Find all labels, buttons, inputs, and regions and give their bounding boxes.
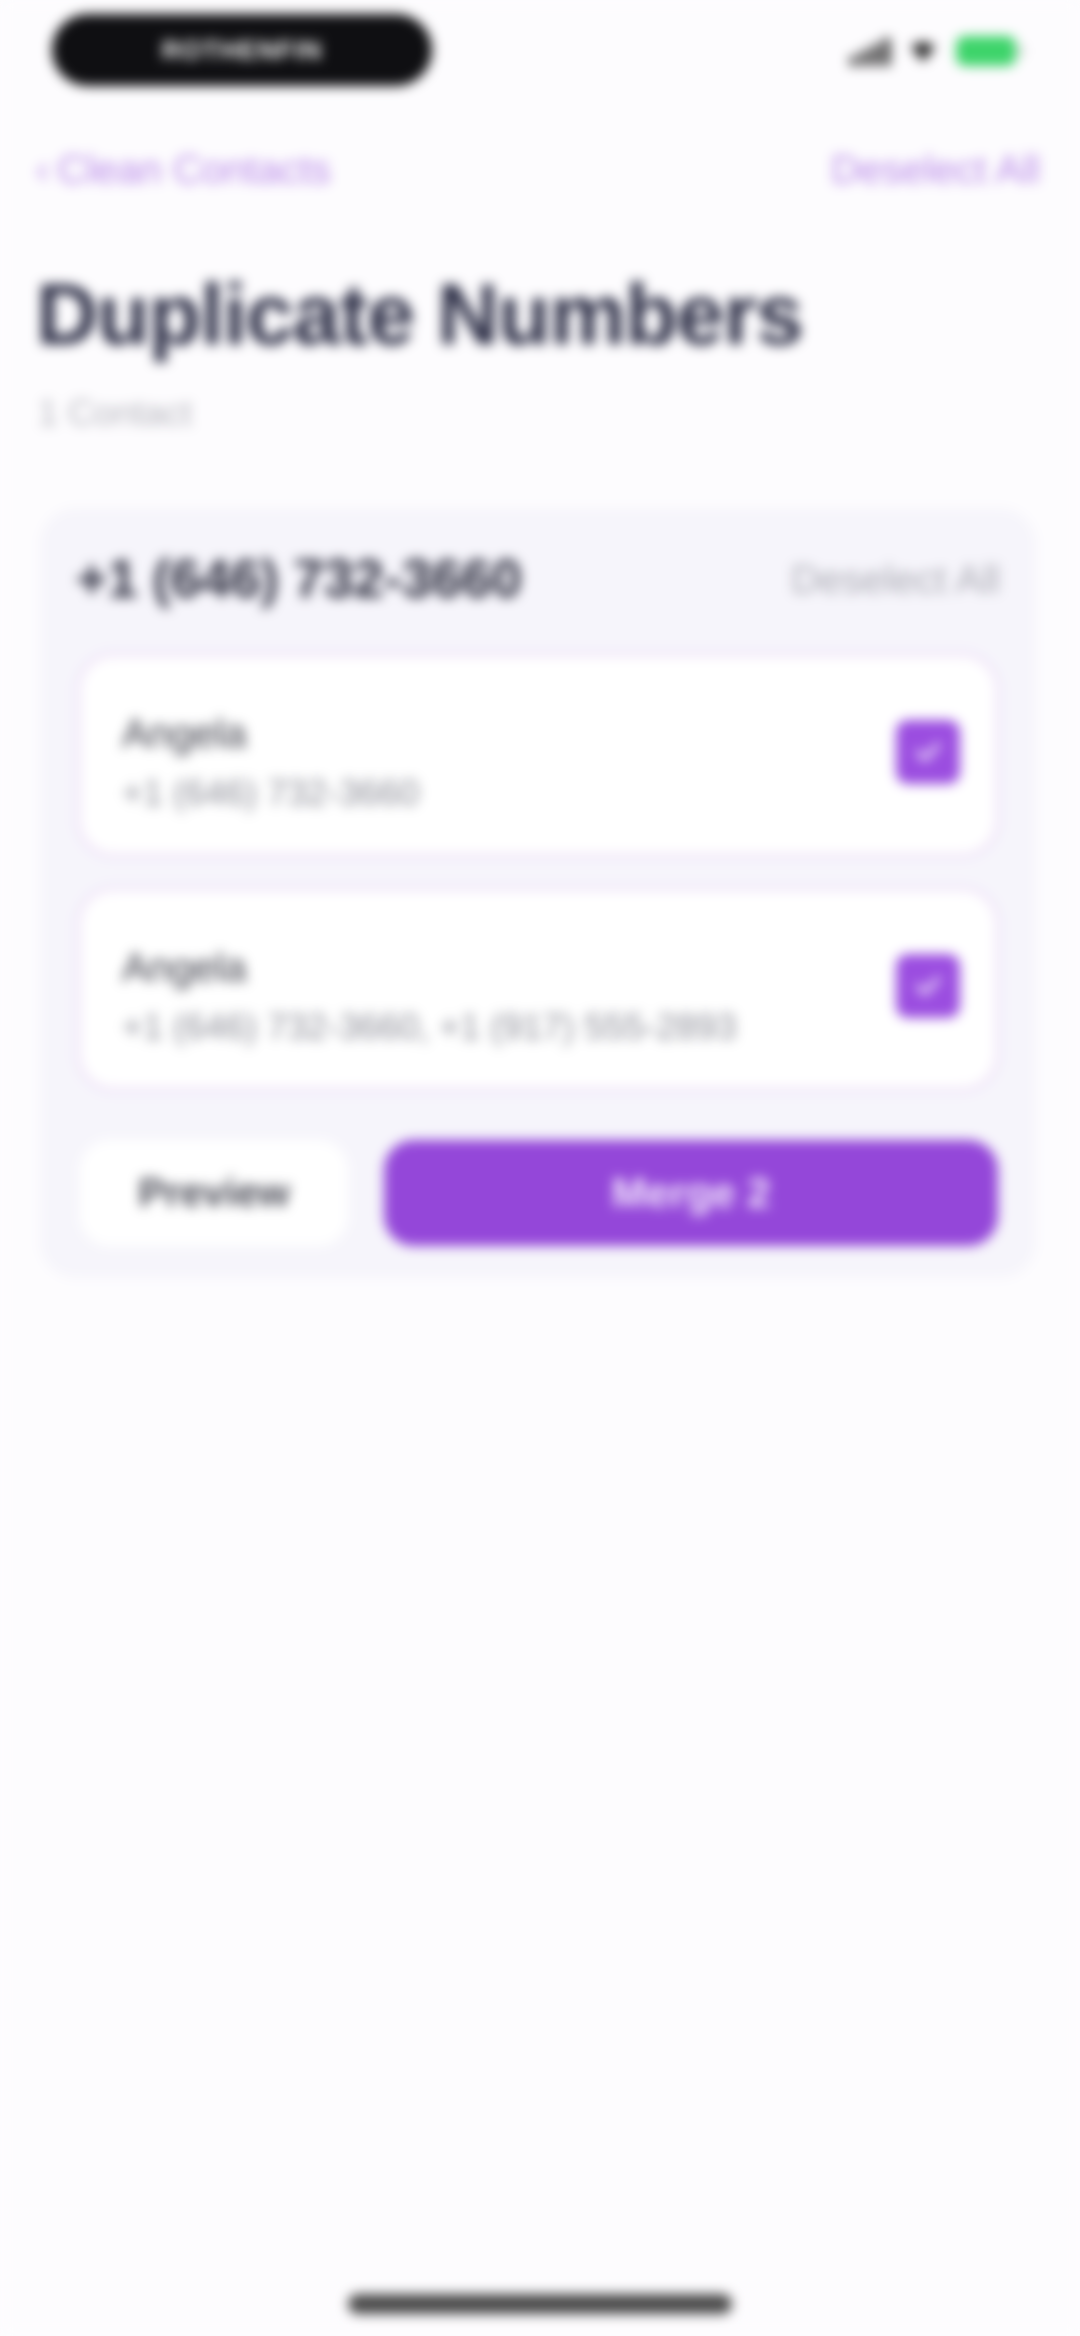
status-pill: ROTHENFIN [52, 14, 432, 86]
page-subtitle: 1 Contact [38, 392, 193, 433]
group-deselect-all-button[interactable]: Deselect All [791, 558, 1000, 603]
page-title: Duplicate Numbers [36, 267, 804, 363]
contact-phone: +1 (646) 732-3660, +1 (917) 555-2893 [122, 1006, 737, 1047]
merge-button[interactable]: Merge 2 [384, 1140, 998, 1246]
chevron-left-icon: ‹ [36, 148, 50, 192]
contact-row[interactable]: Angela +1 (646) 732-3660, +1 (917) 555-2… [80, 890, 996, 1088]
duplicate-group-card: +1 (646) 732-3660 Deselect All Angela +1… [40, 508, 1036, 1278]
back-button-label: Clean Contacts [57, 148, 331, 192]
checkmark-icon [916, 977, 940, 995]
cellular-signal-icon [850, 36, 890, 66]
contact-row[interactable]: Angela +1 (646) 732-3660 [80, 656, 996, 854]
contact-phone: +1 (646) 732-3660 [122, 772, 420, 813]
contact-checkbox[interactable] [896, 954, 960, 1018]
deselect-all-button[interactable]: Deselect All [831, 148, 1040, 193]
preview-button[interactable]: Preview [80, 1140, 348, 1246]
battery-icon [956, 36, 1023, 66]
status-icons [850, 36, 1023, 66]
back-button[interactable]: ‹ Clean Contacts [36, 148, 331, 193]
contact-checkbox[interactable] [896, 720, 960, 784]
group-phone-number: +1 (646) 732-3660 [76, 549, 522, 609]
checkmark-icon [916, 743, 940, 761]
contact-name: Angela [122, 946, 247, 990]
home-indicator[interactable] [348, 2294, 732, 2314]
screen: ROTHENFIN ‹ Clean Contacts Deselect All … [0, 0, 1080, 2336]
contact-name: Angela [122, 712, 247, 756]
wifi-icon [908, 38, 938, 64]
status-pill-text: ROTHENFIN [161, 34, 323, 65]
